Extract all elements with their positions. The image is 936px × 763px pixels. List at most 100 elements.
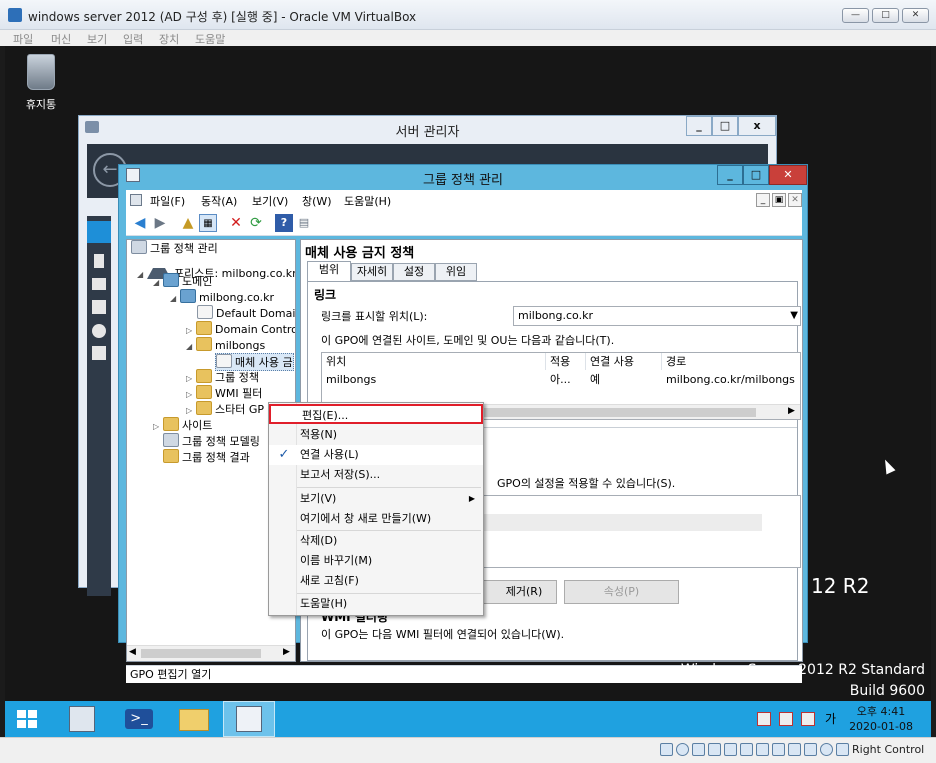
tree-item-domain-controllers[interactable]: ▷ Domain Contro	[186, 321, 295, 337]
expanded-arrow-icon[interactable]: ◢	[137, 267, 147, 283]
table-row[interactable]: milbongs 아... 예 milbong.co.kr/milbongs	[322, 371, 800, 388]
menu-item-view[interactable]: 보기(V) ▶	[269, 489, 483, 509]
all-servers-icon[interactable]	[92, 278, 106, 290]
menu-window[interactable]: 창(W)	[302, 193, 332, 209]
vbox-menu-devices[interactable]: 장치	[159, 31, 179, 47]
menu-item-save-report[interactable]: 보고서 저장(S)...	[269, 465, 483, 485]
tree-item-sites[interactable]: ▷ 사이트	[153, 417, 212, 433]
tree-item-gp-objects[interactable]: ▷ 그룹 정책	[186, 369, 259, 385]
gpm-maximize-button[interactable]: □	[743, 165, 769, 185]
network-adapter-icon[interactable]	[708, 743, 721, 756]
display-icon[interactable]	[756, 743, 769, 756]
local-server-icon[interactable]	[94, 254, 104, 268]
gpm-close-button[interactable]: ✕	[769, 165, 807, 185]
menu-item-refresh[interactable]: 새로 고침(F)	[269, 571, 483, 591]
delete-icon[interactable]: ✕	[227, 214, 245, 232]
audio-icon[interactable]	[692, 743, 705, 756]
menu-view[interactable]: 보기(V)	[252, 193, 288, 209]
ad-ds-icon[interactable]	[92, 324, 106, 338]
file-storage-icon[interactable]	[92, 300, 106, 314]
back-icon[interactable]: ◀	[131, 214, 149, 232]
dashboard-icon[interactable]	[87, 221, 111, 243]
menu-item-rename[interactable]: 이름 바꾸기(M)	[269, 551, 483, 571]
expanded-arrow-icon[interactable]: ◢	[170, 291, 180, 307]
mmc-console-icon[interactable]	[130, 194, 142, 206]
vbox-menu-file[interactable]: 파일	[13, 31, 33, 47]
iis-icon[interactable]	[92, 346, 106, 360]
links-location-combobox[interactable]: milbong.co.kr ▼	[513, 306, 801, 326]
column-header-enforced[interactable]: 적용	[546, 353, 586, 370]
chevron-down-icon[interactable]: ▼	[790, 307, 798, 325]
tree-item-results[interactable]: 그룹 정책 결과	[163, 449, 250, 465]
taskbar-file-explorer[interactable]	[169, 701, 221, 737]
ime-indicator[interactable]: 가	[825, 710, 836, 727]
recycle-bin[interactable]: 휴지통	[23, 52, 59, 111]
menu-item-new-window[interactable]: 여기에서 창 새로 만들기(W)	[269, 509, 483, 529]
tab-scope[interactable]: 범위	[307, 261, 351, 282]
scrollbar-thumb[interactable]	[141, 649, 261, 658]
column-header-link-enabled[interactable]: 연결 사용	[586, 353, 662, 370]
taskbar-gpm[interactable]	[223, 701, 275, 737]
mdi-minimize-button[interactable]: _	[756, 193, 770, 207]
cpu-icon[interactable]	[804, 743, 817, 756]
tree-item-ou[interactable]: ◢ milbongs	[186, 337, 265, 353]
taskbar-server-manager[interactable]	[57, 701, 109, 737]
menu-item-edit[interactable]: 편집(E)...	[269, 404, 483, 424]
vbox-menu-input[interactable]: 입력	[123, 31, 143, 47]
taskbar-clock[interactable]: 오후 4:41 2020-01-08	[849, 704, 913, 734]
mdi-close-button[interactable]: ✕	[788, 193, 802, 207]
tree-item-domain[interactable]: ◢ milbong.co.kr	[170, 289, 274, 305]
tree-item-domains[interactable]: ◢ 도메인	[153, 273, 212, 289]
vbox-menu-machine[interactable]: 머신	[51, 31, 71, 47]
tree-item-forest[interactable]: ◢ 포리스트: milbong.co.kr	[137, 256, 295, 280]
menu-help[interactable]: 도움말(H)	[344, 193, 391, 209]
virtualization-icon[interactable]	[788, 743, 801, 756]
up-folder-icon[interactable]: ▲	[179, 214, 197, 232]
collapsed-arrow-icon[interactable]: ▷	[153, 419, 163, 435]
vbox-menu-view[interactable]: 보기	[87, 31, 107, 47]
menu-action[interactable]: 동작(A)	[201, 193, 237, 209]
menu-item-enforce[interactable]: 적용(N)	[269, 425, 483, 445]
tree-item-default-domain-policy[interactable]: Default Domain	[197, 305, 295, 321]
column-header-location[interactable]: 위치	[322, 353, 546, 370]
tree-item-root[interactable]: 그룹 정책 관리	[131, 240, 218, 256]
sm-minimize-button[interactable]: _	[686, 116, 712, 136]
forward-icon[interactable]: ▶	[151, 214, 169, 232]
tree-item-wmi-filters[interactable]: ▷ WMI 필터	[186, 385, 262, 401]
help-icon[interactable]: ?	[275, 214, 293, 232]
expanded-arrow-icon[interactable]: ◢	[153, 275, 163, 291]
menu-item-help[interactable]: 도움말(H)	[269, 594, 483, 614]
column-header-path[interactable]: 경로	[662, 353, 800, 370]
sm-maximize-button[interactable]: □	[712, 116, 738, 136]
usb-icon[interactable]	[724, 743, 737, 756]
video-capture-icon[interactable]	[772, 743, 785, 756]
network-icon[interactable]	[757, 712, 771, 726]
vbox-close-button[interactable]: ✕	[902, 8, 929, 23]
expanded-arrow-icon[interactable]: ◢	[186, 339, 196, 355]
tree-item-modeling[interactable]: 그룹 정책 모델링	[163, 433, 260, 449]
vbox-menu-help[interactable]: 도움말	[195, 31, 225, 47]
sm-close-button[interactable]: x	[738, 116, 776, 136]
hard-disk-icon[interactable]	[660, 743, 673, 756]
vbox-minimize-button[interactable]: —	[842, 8, 869, 23]
tab-settings[interactable]: 설정	[393, 263, 435, 281]
tree-item-starter-gpos[interactable]: ▷ 스타터 GP	[186, 401, 264, 417]
mouse-integration-icon[interactable]	[820, 743, 833, 756]
show-hide-tree-icon[interactable]: ▦	[199, 214, 217, 232]
action-center-icon[interactable]	[779, 712, 793, 726]
vbox-maximize-button[interactable]: □	[872, 8, 899, 23]
scroll-left-icon[interactable]: ◀	[129, 647, 136, 657]
scroll-right-icon[interactable]: ▶	[283, 647, 290, 657]
menu-item-delete[interactable]: 삭제(D)	[269, 531, 483, 551]
menu-item-link-enabled[interactable]: ✓ 연결 사용(L)	[269, 445, 483, 465]
menu-file[interactable]: 파일(F)	[150, 193, 185, 209]
tree-horizontal-scrollbar[interactable]: ◀ ▶	[127, 645, 295, 661]
optical-drive-icon[interactable]	[676, 743, 689, 756]
start-button[interactable]	[5, 701, 57, 737]
properties-icon[interactable]: ▤	[295, 214, 313, 232]
refresh-icon[interactable]: ⟳	[247, 214, 265, 232]
mdi-restore-button[interactable]: ▣	[772, 193, 786, 207]
keyboard-capture-icon[interactable]	[836, 743, 849, 756]
gpm-minimize-button[interactable]: _	[717, 165, 743, 185]
taskbar-powershell[interactable]: >_	[115, 701, 167, 737]
